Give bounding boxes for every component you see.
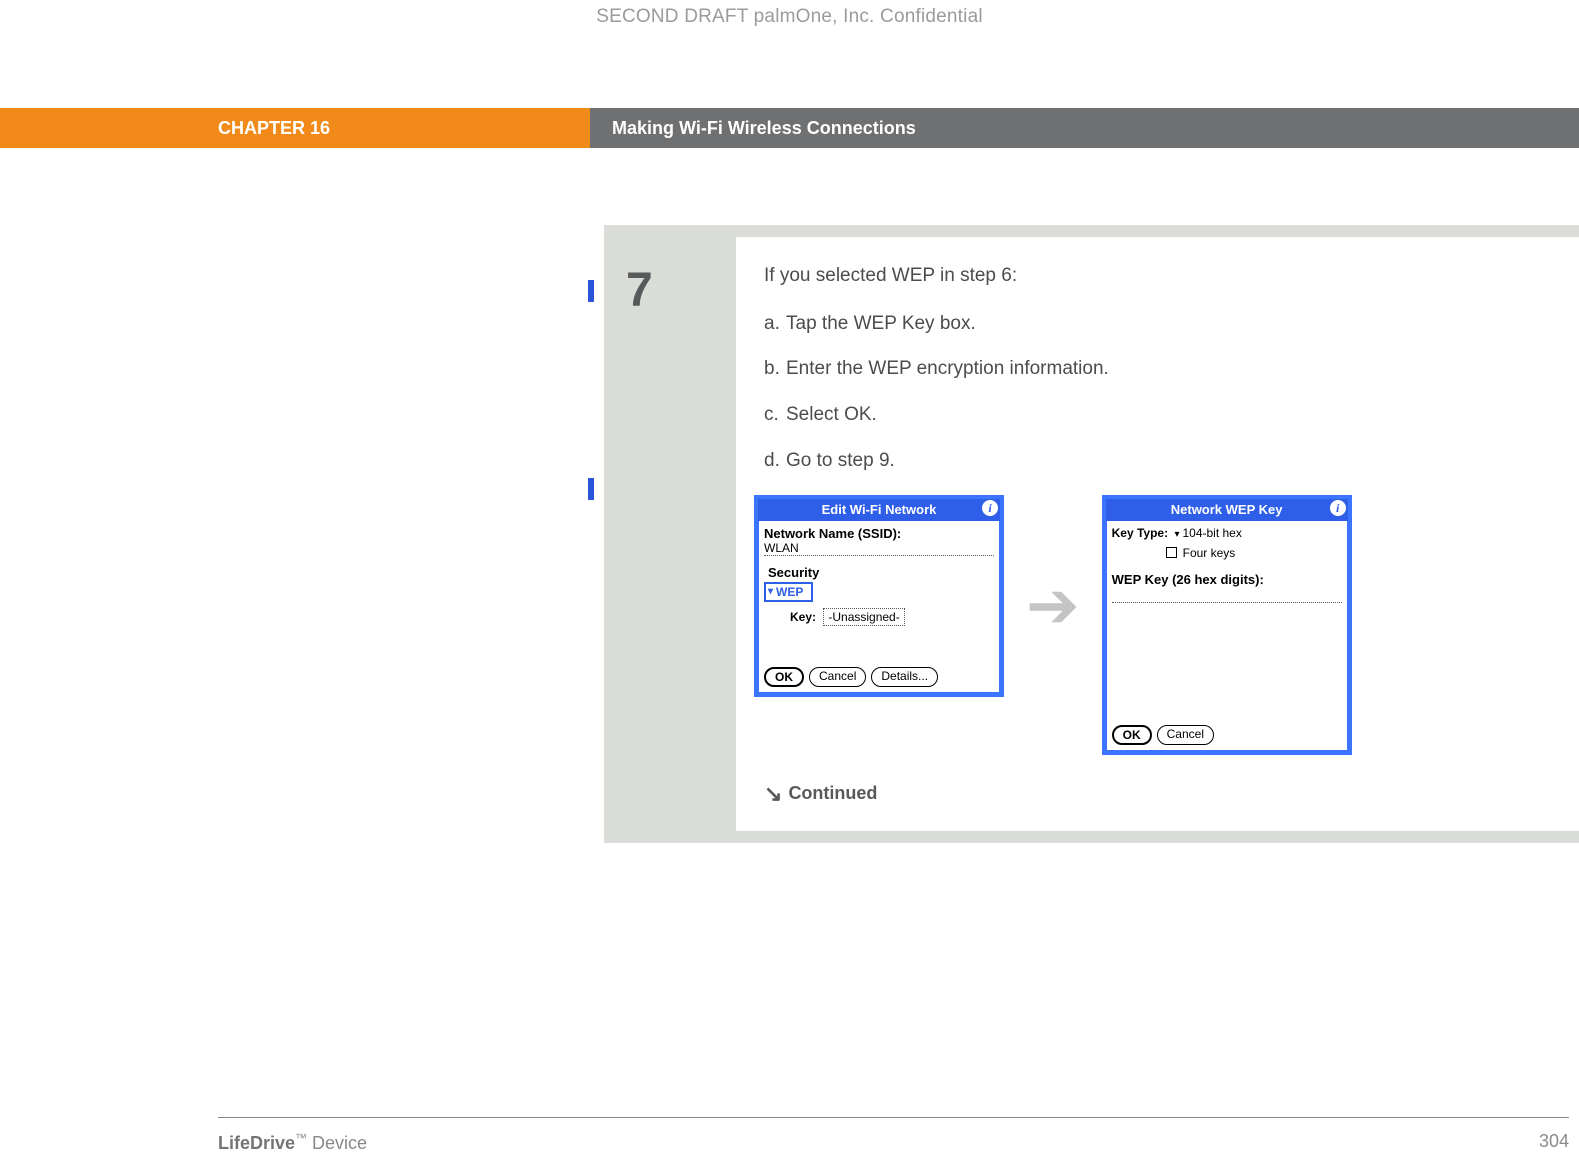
palm-titlebar: Edit Wi-Fi Network i — [758, 499, 1000, 521]
cancel-button[interactable]: Cancel — [809, 667, 866, 687]
step-number: 7 — [616, 237, 736, 831]
ssid-label: Network Name (SSID): — [764, 525, 994, 543]
page-number: 304 — [1539, 1131, 1569, 1154]
continued-label: Continued — [788, 783, 877, 803]
info-icon[interactable]: i — [982, 500, 998, 516]
palm-titlebar: Network WEP Key i — [1106, 499, 1348, 521]
wepkey-input[interactable] — [1112, 589, 1342, 603]
step-sublist: a.Tap the WEP Key box. b.Enter the WEP e… — [764, 311, 1552, 474]
keytype-value: 104-bit hex — [1182, 526, 1241, 540]
step-item-d: Go to step 9. — [786, 450, 895, 471]
palm-title-text: Edit Wi-Fi Network — [822, 501, 937, 519]
key-value-box[interactable]: -Unassigned- — [823, 608, 904, 626]
chapter-label: CHAPTER 16 — [218, 118, 330, 139]
continued-indicator: ↘ Continued — [764, 779, 1552, 809]
chapter-header-bar: CHAPTER 16 Making Wi-Fi Wireless Connect… — [0, 108, 1579, 148]
step-item-c: Select OK. — [786, 404, 877, 425]
security-label: Security — [768, 564, 994, 582]
step-intro: If you selected WEP in step 6: — [764, 263, 1552, 289]
footer-product-rest: Device — [312, 1133, 367, 1153]
security-dropdown[interactable]: WEP — [764, 582, 813, 602]
revision-mark-icon — [588, 478, 594, 500]
ssid-input[interactable]: WLAN — [764, 542, 994, 556]
document-page: SECOND DRAFT palmOne, Inc. Confidential … — [0, 0, 1579, 1174]
palm-edit-wifi-window: Edit Wi-Fi Network i Network Name (SSID)… — [754, 495, 1004, 697]
palm-title-text: Network WEP Key — [1171, 501, 1283, 519]
page-footer: LifeDrive™ Device 304 — [218, 1131, 1569, 1154]
cancel-button[interactable]: Cancel — [1157, 725, 1214, 745]
footer-rule — [218, 1117, 1569, 1118]
screenshot-row: Edit Wi-Fi Network i Network Name (SSID)… — [754, 495, 1552, 755]
fourkeys-checkbox[interactable] — [1166, 547, 1177, 558]
key-label: Key: — [790, 610, 816, 624]
arrow-right-icon: ➔ — [1026, 573, 1080, 637]
chapter-title-bar: Making Wi-Fi Wireless Connections — [590, 108, 1579, 148]
step-body: If you selected WEP in step 6: a.Tap the… — [736, 237, 1579, 831]
details-button[interactable]: Details... — [871, 667, 938, 687]
fourkeys-label: Four keys — [1183, 546, 1236, 560]
step-block: 7 If you selected WEP in step 6: a.Tap t… — [604, 225, 1579, 843]
step-item-b: Enter the WEP encryption information. — [786, 358, 1109, 379]
footer-product: LifeDrive™ Device — [218, 1131, 367, 1154]
ok-button[interactable]: OK — [764, 667, 804, 687]
keytype-label: Key Type: — [1112, 526, 1168, 540]
palm-wep-key-window: Network WEP Key i Key Type: 104-bit hex … — [1102, 495, 1352, 755]
chapter-title: Making Wi-Fi Wireless Connections — [612, 118, 916, 139]
info-icon[interactable]: i — [1330, 500, 1346, 516]
ok-button[interactable]: OK — [1112, 725, 1152, 745]
revision-mark-icon — [588, 280, 594, 302]
footer-product-name: LifeDrive — [218, 1133, 295, 1153]
draft-confidential-header: SECOND DRAFT palmOne, Inc. Confidential — [0, 6, 1579, 28]
trademark-symbol: ™ — [295, 1131, 307, 1145]
chapter-number-bar: CHAPTER 16 — [0, 108, 590, 148]
wepkey-label: WEP Key (26 hex digits): — [1112, 571, 1342, 589]
keytype-dropdown[interactable] — [1171, 526, 1182, 540]
step-item-a: Tap the WEP Key box. — [786, 313, 976, 334]
continued-arrow-icon: ↘ — [764, 779, 782, 809]
